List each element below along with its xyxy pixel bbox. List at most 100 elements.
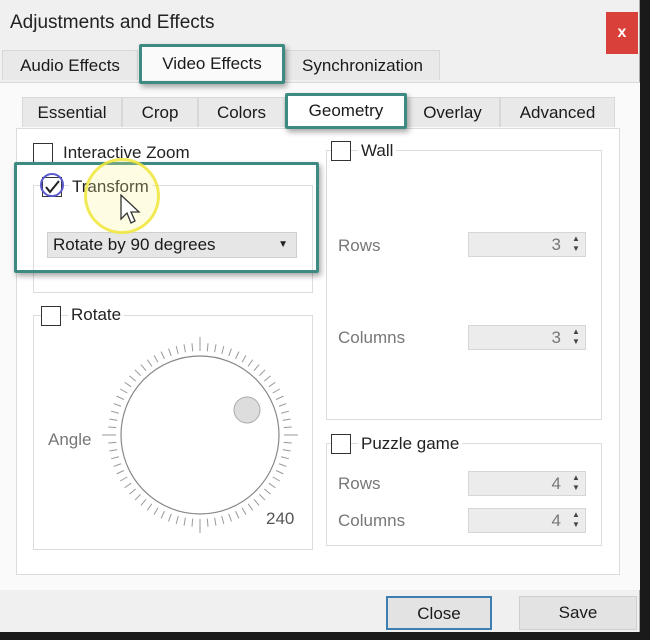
subtab-advanced[interactable]: Advanced (500, 97, 615, 127)
dial-tick (278, 403, 287, 407)
dial-tick (191, 518, 194, 527)
click-indicator (40, 173, 64, 197)
dial-tick (109, 418, 118, 421)
wall-columns-value: 3 (551, 328, 561, 347)
subtab-colors[interactable]: Colors (198, 97, 285, 127)
dial-tick (268, 482, 276, 489)
dial-tick (183, 344, 186, 353)
wall-rows-label: Rows (338, 236, 381, 255)
dial-tick (275, 395, 284, 400)
dial-tick (129, 488, 136, 495)
dial-tick (282, 418, 291, 421)
dial-tick (153, 507, 159, 515)
dial-tick (108, 426, 117, 429)
rotate-label: Rotate (68, 305, 125, 325)
interactive-zoom-checkbox[interactable] (33, 143, 53, 163)
spin-arrows-icon[interactable]: ▲ ▼ (569, 234, 583, 254)
dial-tick (129, 375, 136, 382)
dial-tick (140, 499, 147, 506)
puzzle-rows-value: 4 (551, 474, 561, 493)
dial-tick (191, 343, 194, 352)
spin-arrows-icon[interactable]: ▲ ▼ (569, 473, 583, 493)
dial-tick (283, 441, 292, 444)
dial-tick (111, 456, 119, 460)
wall-columns-label: Columns (338, 328, 406, 347)
dial-tick (264, 488, 271, 495)
dial-tick (253, 499, 260, 506)
dial-tick (113, 403, 122, 407)
spin-arrows-icon[interactable]: ▲ ▼ (569, 510, 583, 530)
dial-tick (235, 351, 240, 360)
dial-face (120, 355, 280, 515)
dial-tick (146, 359, 153, 367)
wall-group (326, 150, 602, 420)
dial-tick (275, 470, 284, 475)
dial-tick (124, 482, 132, 489)
wall-columns-spinbox[interactable]: 3 ▲ ▼ (468, 325, 586, 350)
dial-tick (120, 388, 128, 394)
dial-tick (247, 503, 254, 511)
dial-tick (113, 463, 122, 467)
dial-tick (120, 476, 128, 482)
dial-tick (221, 346, 225, 354)
dial-tick (153, 355, 159, 363)
dial-tick (206, 343, 209, 352)
dial-tick (283, 426, 292, 429)
adjustments-dialog: Adjustments and Effects x Audio Effects … (0, 0, 640, 632)
geometry-highlight (285, 93, 407, 129)
subtab-essential[interactable]: Essential (22, 97, 122, 127)
dial-tick (168, 513, 172, 522)
wall-rows-value: 3 (551, 235, 561, 254)
dial-tick (214, 517, 217, 526)
dial-tick (228, 513, 232, 522)
dial-tick (134, 369, 141, 376)
dial-tick (175, 516, 179, 524)
spin-arrows-icon[interactable]: ▲ ▼ (569, 327, 583, 347)
angle-value: 240 (266, 509, 295, 529)
dial-tick (281, 410, 289, 414)
dial-tick (235, 510, 240, 519)
dial-tick (109, 449, 118, 452)
puzzle-label: Puzzle game (358, 434, 463, 454)
puzzle-columns-label: Columns (338, 511, 406, 530)
angle-dial[interactable] (100, 335, 300, 535)
dial-tick (160, 510, 165, 519)
dial-tick (221, 516, 225, 524)
dial-tick (183, 517, 186, 526)
tab-synchronization[interactable]: Synchronization (285, 50, 440, 80)
dial-tick (281, 456, 289, 460)
dial-tick (175, 346, 179, 354)
dial-tick (140, 364, 147, 371)
dial-tick (108, 441, 117, 444)
close-window-button[interactable]: x (606, 12, 638, 54)
subtab-overlay[interactable]: Overlay (405, 97, 500, 127)
dial-tick (160, 351, 165, 360)
dial-tick (134, 494, 141, 501)
puzzle-rows-spinbox[interactable]: 4 ▲ ▼ (468, 471, 586, 496)
puzzle-columns-spinbox[interactable]: 4 ▲ ▼ (468, 508, 586, 533)
dial-tick (272, 388, 280, 394)
puzzle-checkbox[interactable] (331, 434, 351, 454)
subtab-crop[interactable]: Crop (122, 97, 198, 127)
puzzle-columns-value: 4 (551, 511, 561, 530)
dial-tick (247, 359, 254, 367)
dial-tick (168, 348, 172, 357)
dial-tick (278, 463, 287, 467)
dial-tick (253, 364, 260, 371)
tab-audio-effects[interactable]: Audio Effects (2, 50, 138, 80)
dial-knob[interactable] (233, 396, 261, 424)
rotate-checkbox[interactable] (41, 306, 61, 326)
dial-tick (241, 507, 247, 515)
dial-tick (272, 476, 280, 482)
wall-checkbox[interactable] (331, 141, 351, 161)
puzzle-rows-label: Rows (338, 474, 381, 493)
close-button[interactable]: Close (386, 596, 492, 630)
dial-tick (124, 381, 132, 388)
dial-tick (268, 381, 276, 388)
video-effects-highlight (139, 44, 285, 84)
dial-tick (282, 449, 291, 452)
angle-label: Angle (48, 430, 92, 449)
save-button[interactable]: Save (519, 596, 637, 630)
dial-tick (214, 344, 217, 353)
wall-rows-spinbox[interactable]: 3 ▲ ▼ (468, 232, 586, 257)
